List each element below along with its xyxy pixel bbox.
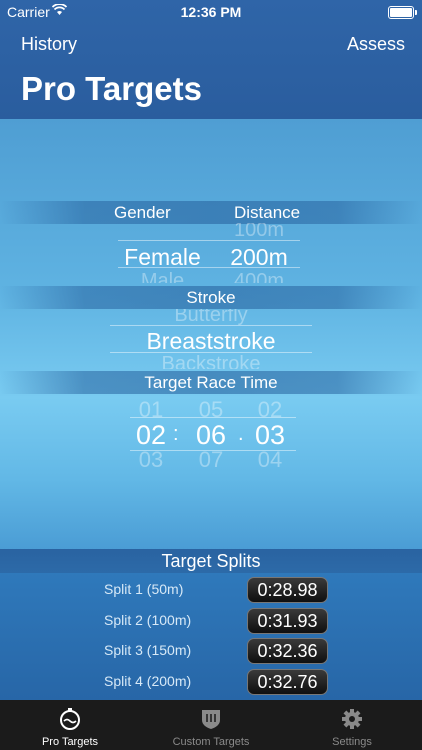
gender-picker[interactable]: Female Male [115, 223, 210, 283]
tab-bar: Pro Targets Custom Targets Settings [0, 700, 422, 750]
distance-label: Distance [234, 203, 301, 222]
seconds-picker[interactable]: 05 06 07 [189, 395, 233, 471]
splits-list: Split 1 (50m) 0:28.98 Split 2 (100m) 0:3… [0, 573, 422, 700]
stroke-header: Stroke [0, 286, 422, 309]
selection-line [118, 240, 300, 241]
split-row: Split 1 (50m) 0:28.98 [0, 575, 422, 606]
selection-line [130, 417, 296, 418]
time-separator-dot: . [238, 423, 244, 445]
hundredths-picker[interactable]: 02 03 04 [249, 395, 291, 471]
status-time: 12:36 PM [180, 4, 242, 20]
split-time: 0:31.93 [247, 608, 328, 634]
split-row: Split 2 (100m) 0:31.93 [0, 606, 422, 637]
split-time: 0:32.36 [247, 638, 328, 664]
tab-label: Custom Targets [172, 736, 250, 748]
gender-distance-header: Gender Distance [0, 201, 422, 224]
status-bar: Carrier 12:36 PM [0, 0, 422, 24]
split-time: 0:28.98 [247, 577, 328, 603]
stroke-label: Stroke [186, 288, 236, 307]
split-time: 0:32.76 [247, 669, 328, 695]
shield-icon [202, 710, 220, 729]
tab-pro-targets[interactable]: Pro Targets [0, 700, 140, 750]
splits-header: Target Splits [0, 549, 422, 573]
tab-label: Pro Targets [41, 736, 99, 748]
split-label: Split 1 (50m) [104, 581, 184, 597]
target-time-header: Target Race Time [0, 371, 422, 394]
stroke-option-selected[interactable]: Breaststroke [110, 328, 312, 355]
split-row: Split 4 (200m) 0:32.76 [0, 667, 422, 698]
stopwatch-icon [60, 708, 80, 730]
tab-custom-targets[interactable]: Custom Targets [141, 700, 281, 750]
tab-label: Settings [332, 736, 372, 748]
minutes-picker[interactable]: 01 02 03 [130, 395, 172, 471]
page-title: Pro Targets [21, 70, 202, 107]
battery-icon [388, 6, 417, 19]
assess-button[interactable]: Assess [347, 34, 405, 55]
splits-label: Target Splits [161, 551, 261, 571]
gender-label: Gender [114, 203, 171, 222]
split-label: Split 4 (200m) [104, 673, 192, 689]
selection-line [130, 450, 296, 451]
gender-option-below[interactable]: Male [115, 270, 210, 283]
stroke-picker[interactable]: Butterfly Breaststroke Backstroke [110, 309, 312, 369]
gear-icon [342, 709, 362, 729]
split-label: Split 3 (150m) [104, 642, 192, 658]
distance-picker[interactable]: 100m 200m 400m [218, 223, 300, 283]
selection-line [110, 325, 312, 326]
history-button[interactable]: History [21, 34, 77, 55]
tab-settings[interactable]: Settings [282, 700, 422, 750]
selection-line [110, 352, 312, 353]
time-separator-colon: : [173, 423, 179, 445]
distance-option-below[interactable]: 400m [218, 270, 300, 283]
split-row: Split 3 (150m) 0:32.36 [0, 636, 422, 667]
stroke-option-below[interactable]: Backstroke [110, 353, 312, 369]
split-label: Split 2 (100m) [104, 612, 192, 628]
header: Carrier 12:36 PM History Assess Pro Targ… [0, 0, 422, 119]
target-time-label: Target Race Time [144, 373, 278, 392]
selection-line [118, 267, 300, 268]
